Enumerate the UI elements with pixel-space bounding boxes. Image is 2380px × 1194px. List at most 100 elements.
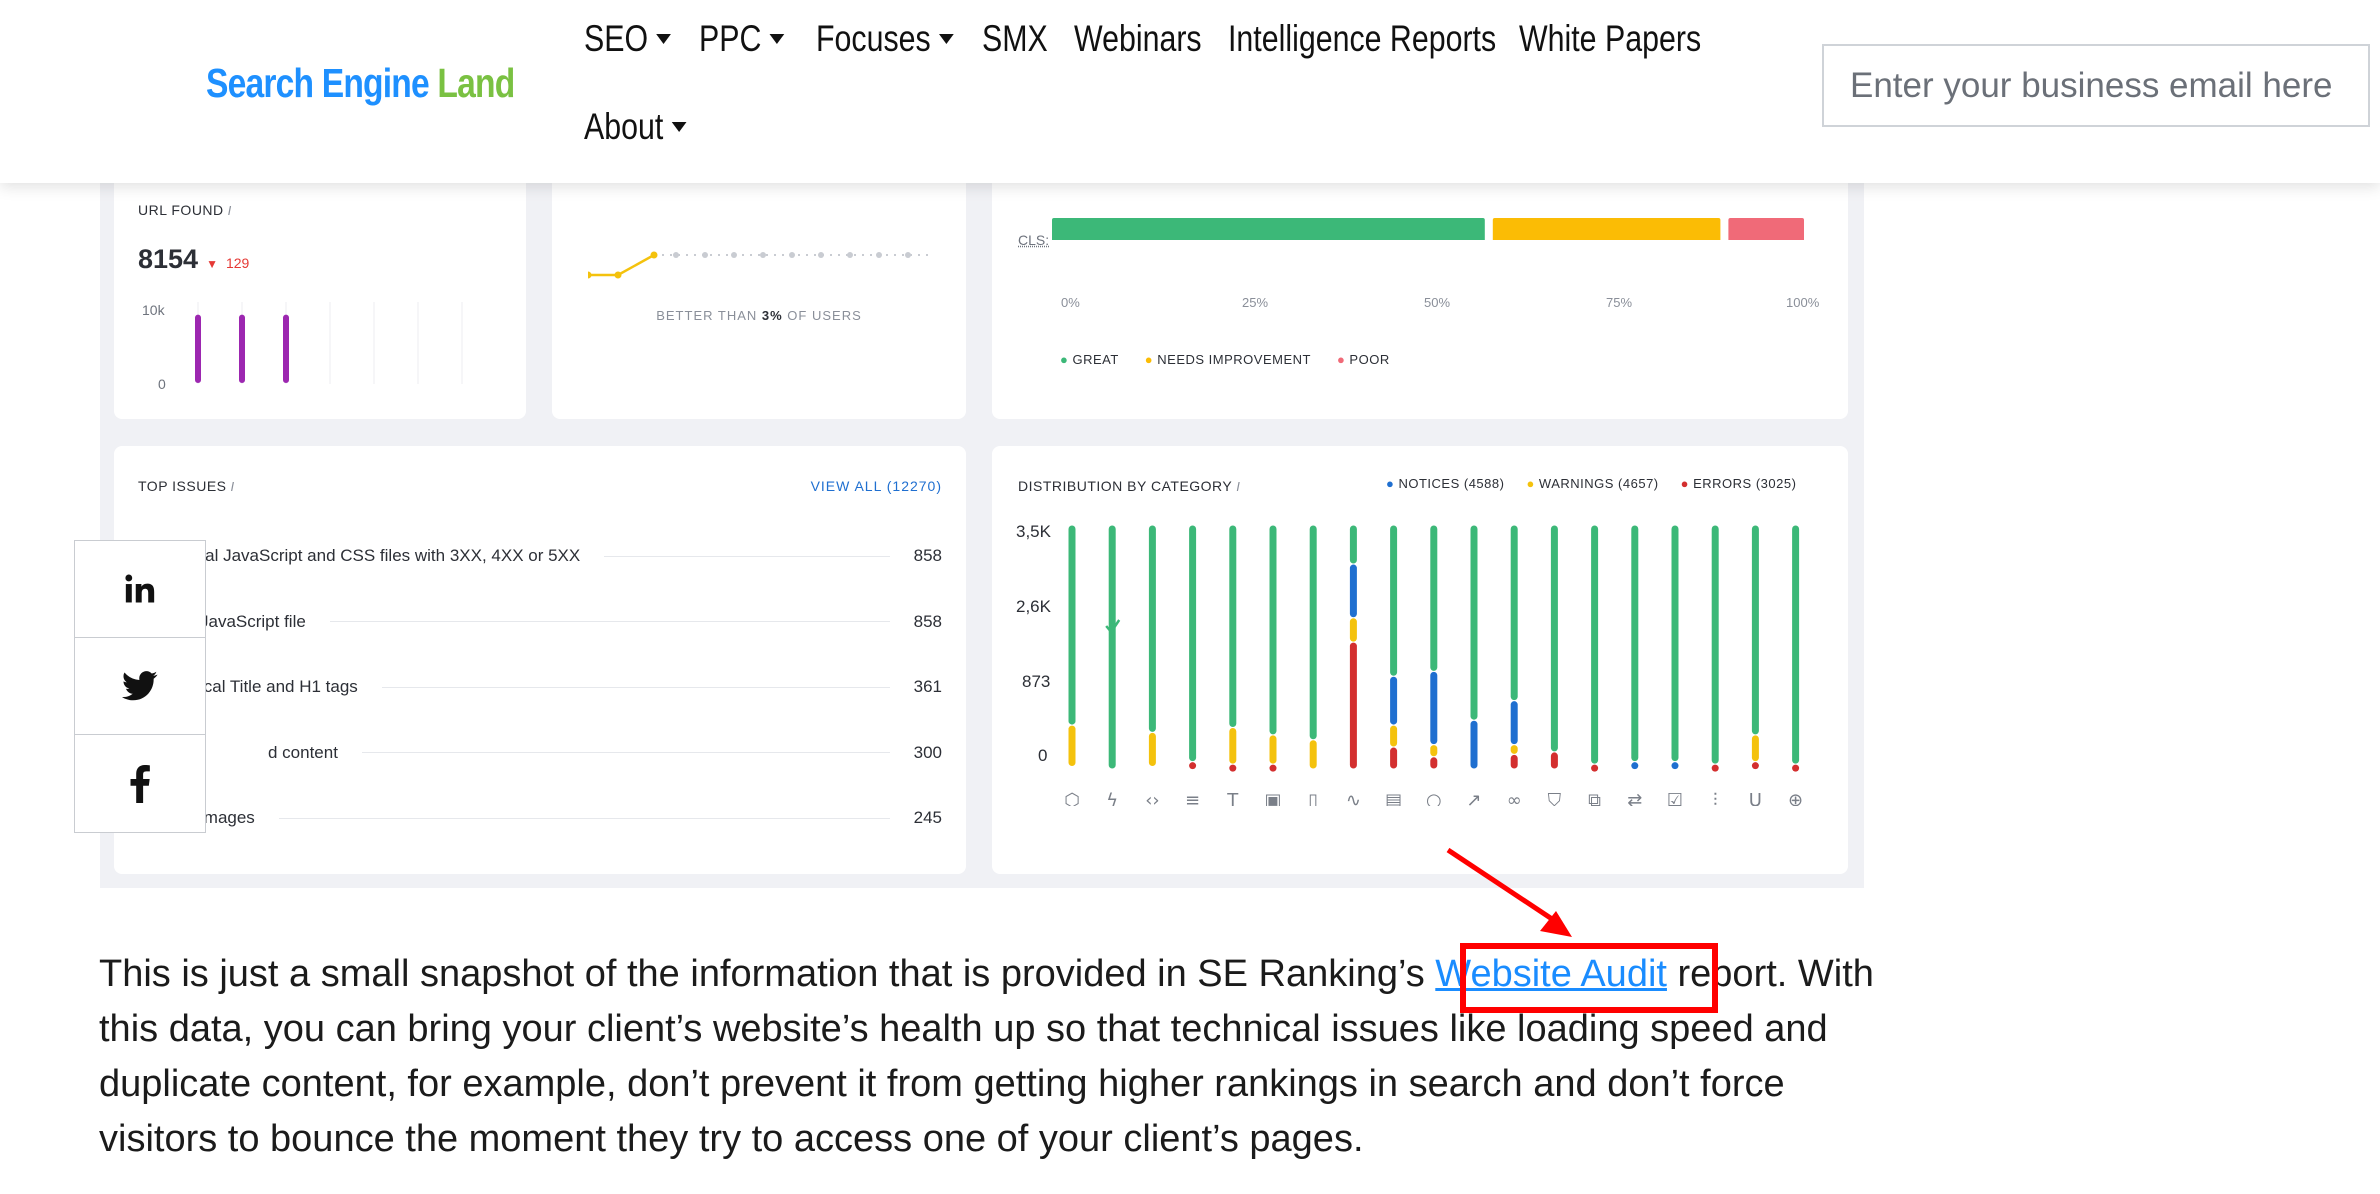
nav-about[interactable]: About [584, 106, 687, 148]
score-point [588, 271, 592, 279]
share-twitter-button[interactable] [75, 638, 205, 735]
dot-icon: ● [1680, 476, 1694, 491]
issue-count: 361 [913, 677, 942, 696]
distribution-legend: ● NOTICES (4588) ● WARNINGS (4657) ● ERR… [1386, 476, 1796, 491]
legend-great: ● GREAT [1060, 352, 1119, 367]
dot-icon: ● [1526, 476, 1539, 491]
issue-row[interactable]: rnal JavaScript and CSS files with 3XX, … [138, 544, 942, 568]
view-all-link[interactable]: VIEW ALL (12270) [811, 478, 942, 494]
nav-smx[interactable]: SMX [982, 18, 1048, 60]
issue-leader-line [604, 555, 890, 557]
tick-label: 0% [1061, 295, 1080, 310]
email-field[interactable] [1822, 44, 2370, 127]
cube-icon: ⬡ [1064, 790, 1080, 806]
logo-part-2: Land [437, 60, 515, 106]
distribution-card: DISTRIBUTION BY CATEGORY i ● NOTICES (458… [992, 446, 1848, 874]
nav-webinars-label: Webinars [1074, 18, 1202, 59]
legend-poor: ● POOR [1337, 352, 1390, 367]
issue-leader-line [329, 621, 890, 622]
cls-segment-poor [1728, 218, 1804, 240]
nav-ppc[interactable]: PPC [699, 18, 785, 60]
nav-smx-label: SMX [982, 18, 1048, 59]
facebook-icon [130, 764, 150, 803]
url-found-label: URL FOUND i [138, 202, 232, 218]
url-found-value: 8154 [138, 244, 199, 274]
better-than-suffix: OF USERS [782, 308, 862, 323]
nav-focuses[interactable]: Focuses [816, 18, 954, 60]
distribution-title-group: DISTRIBUTION BY CATEGORY i [1018, 478, 1240, 494]
legend-warnings: ● WARNINGS (4657) [1526, 476, 1658, 491]
distribution-chart: ⬡ ϟ ‹› ≡ T ▣ ▯ ∿ ▤ ○ ↗ ∞ ⛉ ⧉ ⇄ ☑ ⫶ U ⊕ [1064, 525, 1803, 806]
share-linkedin-button[interactable] [75, 541, 205, 638]
info-icon: i [1236, 479, 1241, 494]
issue-count: 858 [913, 611, 942, 631]
score-point [614, 271, 622, 279]
score-point [760, 252, 766, 258]
nav-intelligence-reports-label: Intelligence Reports [1228, 18, 1497, 59]
nav-white-papers-label: White Papers [1519, 18, 1702, 59]
external-link-icon: ↗ [1466, 790, 1481, 806]
info-icon: i [227, 203, 232, 218]
speed-icon: ≡ [1185, 790, 1200, 806]
paragraph-text-before: This is just a small snapshot of the inf… [99, 953, 1436, 995]
score-point [650, 251, 658, 259]
dot-icon: ● [1336, 352, 1350, 367]
better-than-caption: BETTER THAN 3% OF USERS [552, 308, 966, 323]
y-axis-top: 10k [142, 302, 165, 318]
linkedin-icon [125, 574, 155, 603]
nav-intelligence-reports[interactable]: Intelligence Reports [1228, 18, 1496, 60]
better-than-value: 3% [761, 308, 783, 323]
checkbox-icon: ☑ [1667, 790, 1683, 806]
nav-seo-label: SEO [584, 18, 649, 59]
issue-row[interactable]: JavaScript file 858 [138, 610, 942, 634]
site-logo[interactable]: Search Engine Land [206, 60, 515, 107]
cls-legend: ● GREAT ● NEEDS IMPROVEMENT ● POOR [1060, 352, 1390, 367]
distribution-y-axis: 3,5K 2,6K 873 0 [1016, 522, 1056, 782]
distribution-title: DISTRIBUTION BY CATEGORY [1018, 478, 1233, 494]
issue-row[interactable]: d content 300 [138, 741, 942, 765]
y-tick: 3,5K [1016, 522, 1051, 541]
search-icon: ○ [1426, 790, 1442, 806]
tick-label: 50% [1424, 295, 1451, 310]
top-issues-title-group: TOP ISSUES i [138, 478, 235, 494]
top-issues-title: TOP ISSUES [138, 478, 227, 494]
cls-segment-great [1052, 218, 1485, 240]
better-than-prefix: BETTER THAN [656, 308, 762, 323]
mobile-icon: ▯ [1308, 790, 1318, 806]
cls-segment-needs-improvement [1492, 218, 1721, 240]
nav-webinars[interactable]: Webinars [1074, 18, 1202, 60]
cls-axis-ticks: 0% 25% 50% 75% 100% [1052, 295, 1832, 315]
issue-count: 858 [913, 546, 942, 565]
share-facebook-button[interactable] [75, 735, 205, 832]
url-found-delta: 129 [225, 255, 250, 271]
issue-row[interactable]: images 245 [138, 806, 942, 830]
y-axis-bottom: 0 [158, 376, 166, 392]
y-tick: 873 [1022, 672, 1051, 691]
legend-label: ERRORS (3025) [1693, 476, 1797, 491]
score-point [876, 252, 882, 258]
nav-white-papers[interactable]: White Papers [1519, 18, 1701, 60]
issue-leader-line [361, 752, 890, 753]
site-header: Search Engine Land SEO PPC Focuses SMX W… [0, 0, 2380, 183]
tick-label: 100% [1786, 295, 1820, 310]
issue-count: 300 [913, 742, 942, 762]
chevron-down-icon [656, 34, 672, 44]
issue-count: 245 [913, 808, 942, 827]
url-found-title: URL FOUND [138, 202, 224, 218]
score-point [731, 252, 737, 258]
share-bar [74, 540, 206, 833]
url-found-value-group: 8154 ▼ 129 [138, 244, 249, 275]
issue-leader-line [278, 817, 890, 819]
twitter-icon [122, 671, 158, 701]
score-point [789, 252, 795, 258]
url-found-chart [195, 302, 463, 384]
code-icon: ‹› [1145, 790, 1159, 806]
redirect-icon: ⇄ [1627, 790, 1642, 806]
issue-row[interactable]: ical Title and H1 tags 361 [138, 675, 942, 699]
website-audit-link[interactable]: Website Audit [1435, 953, 1667, 995]
chevron-down-icon [769, 34, 785, 44]
nav-seo[interactable]: SEO [584, 18, 672, 60]
score-point [847, 252, 853, 258]
y-tick: 0 [1038, 746, 1048, 765]
globe-icon: ⊕ [1788, 790, 1803, 806]
